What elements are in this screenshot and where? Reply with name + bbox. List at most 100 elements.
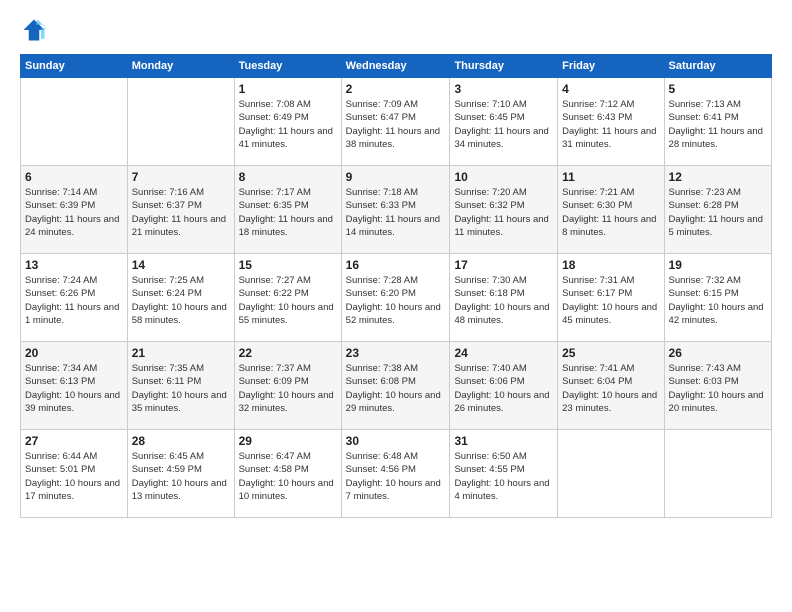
day-number: 21 bbox=[132, 346, 230, 360]
day-info: Sunrise: 7:27 AM Sunset: 6:22 PM Dayligh… bbox=[239, 274, 337, 327]
day-info: Sunrise: 7:17 AM Sunset: 6:35 PM Dayligh… bbox=[239, 186, 337, 239]
calendar-cell: 3 Sunrise: 7:10 AM Sunset: 6:45 PM Daylig… bbox=[450, 78, 558, 166]
calendar-cell: 16Sunrise: 7:28 AM Sunset: 6:20 PM Dayli… bbox=[341, 254, 450, 342]
calendar-week-1: 6 Sunrise: 7:14 AM Sunset: 6:39 PM Daylig… bbox=[21, 166, 772, 254]
calendar-cell: 9Sunrise: 7:18 AM Sunset: 6:33 PM Daylig… bbox=[341, 166, 450, 254]
day-info: Sunrise: 7:12 AM Sunset: 6:43 PM Dayligh… bbox=[562, 98, 659, 151]
day-info: Sunrise: 7:31 AM Sunset: 6:17 PM Dayligh… bbox=[562, 274, 659, 327]
day-number: 6 bbox=[25, 170, 123, 184]
page: SundayMondayTuesdayWednesdayThursdayFrid… bbox=[0, 0, 792, 612]
day-info: Sunrise: 7:08 AM Sunset: 6:49 PM Dayligh… bbox=[239, 98, 337, 151]
day-info: Sunrise: 7:34 AM Sunset: 6:13 PM Dayligh… bbox=[25, 362, 123, 415]
day-info: Sunrise: 7:40 AM Sunset: 6:06 PM Dayligh… bbox=[454, 362, 553, 415]
calendar-cell: 26 Sunrise: 7:43 AM Sunset: 6:03 PM Dayli… bbox=[664, 342, 771, 430]
calendar-header-friday: Friday bbox=[558, 55, 664, 78]
header bbox=[20, 16, 772, 44]
calendar-cell: 19Sunrise: 7:32 AM Sunset: 6:15 PM Dayli… bbox=[664, 254, 771, 342]
day-number: 3 bbox=[454, 82, 553, 96]
calendar-week-4: 27 Sunrise: 6:44 AM Sunset: 5:01 PM Dayli… bbox=[21, 430, 772, 518]
calendar-cell: 2Sunrise: 7:09 AM Sunset: 6:47 PM Daylig… bbox=[341, 78, 450, 166]
calendar-cell bbox=[558, 430, 664, 518]
calendar-cell: 15 Sunrise: 7:27 AM Sunset: 6:22 PM Dayli… bbox=[234, 254, 341, 342]
calendar-week-3: 20 Sunrise: 7:34 AM Sunset: 6:13 PM Dayli… bbox=[21, 342, 772, 430]
day-number: 28 bbox=[132, 434, 230, 448]
calendar-cell: 17 Sunrise: 7:30 AM Sunset: 6:18 PM Dayli… bbox=[450, 254, 558, 342]
day-number: 9 bbox=[346, 170, 446, 184]
day-number: 20 bbox=[25, 346, 123, 360]
calendar-cell bbox=[21, 78, 128, 166]
calendar-cell: 6 Sunrise: 7:14 AM Sunset: 6:39 PM Daylig… bbox=[21, 166, 128, 254]
day-number: 26 bbox=[669, 346, 767, 360]
day-number: 1 bbox=[239, 82, 337, 96]
calendar-header-tuesday: Tuesday bbox=[234, 55, 341, 78]
day-info: Sunrise: 7:30 AM Sunset: 6:18 PM Dayligh… bbox=[454, 274, 553, 327]
calendar-cell: 24 Sunrise: 7:40 AM Sunset: 6:06 PM Dayli… bbox=[450, 342, 558, 430]
calendar-cell: 18 Sunrise: 7:31 AM Sunset: 6:17 PM Dayli… bbox=[558, 254, 664, 342]
day-number: 14 bbox=[132, 258, 230, 272]
calendar-header-thursday: Thursday bbox=[450, 55, 558, 78]
day-info: Sunrise: 7:38 AM Sunset: 6:08 PM Dayligh… bbox=[346, 362, 446, 415]
calendar: SundayMondayTuesdayWednesdayThursdayFrid… bbox=[20, 54, 772, 518]
day-number: 29 bbox=[239, 434, 337, 448]
day-number: 11 bbox=[562, 170, 659, 184]
calendar-cell: 23 Sunrise: 7:38 AM Sunset: 6:08 PM Dayli… bbox=[341, 342, 450, 430]
day-number: 31 bbox=[454, 434, 553, 448]
day-number: 15 bbox=[239, 258, 337, 272]
calendar-cell: 29 Sunrise: 6:47 AM Sunset: 4:58 PM Dayli… bbox=[234, 430, 341, 518]
calendar-cell: 11 Sunrise: 7:21 AM Sunset: 6:30 PM Dayli… bbox=[558, 166, 664, 254]
calendar-cell: 13 Sunrise: 7:24 AM Sunset: 6:26 PM Dayli… bbox=[21, 254, 128, 342]
day-number: 13 bbox=[25, 258, 123, 272]
calendar-cell: 4 Sunrise: 7:12 AM Sunset: 6:43 PM Daylig… bbox=[558, 78, 664, 166]
day-info: Sunrise: 7:25 AM Sunset: 6:24 PM Dayligh… bbox=[132, 274, 230, 327]
calendar-cell: 12Sunrise: 7:23 AM Sunset: 6:28 PM Dayli… bbox=[664, 166, 771, 254]
day-number: 27 bbox=[25, 434, 123, 448]
day-number: 23 bbox=[346, 346, 446, 360]
calendar-cell: 27 Sunrise: 6:44 AM Sunset: 5:01 PM Dayli… bbox=[21, 430, 128, 518]
day-info: Sunrise: 7:16 AM Sunset: 6:37 PM Dayligh… bbox=[132, 186, 230, 239]
day-info: Sunrise: 7:41 AM Sunset: 6:04 PM Dayligh… bbox=[562, 362, 659, 415]
calendar-cell: 20 Sunrise: 7:34 AM Sunset: 6:13 PM Dayli… bbox=[21, 342, 128, 430]
day-number: 25 bbox=[562, 346, 659, 360]
calendar-header-monday: Monday bbox=[127, 55, 234, 78]
calendar-header-row: SundayMondayTuesdayWednesdayThursdayFrid… bbox=[21, 55, 772, 78]
calendar-week-2: 13 Sunrise: 7:24 AM Sunset: 6:26 PM Dayli… bbox=[21, 254, 772, 342]
day-number: 19 bbox=[669, 258, 767, 272]
calendar-header-wednesday: Wednesday bbox=[341, 55, 450, 78]
day-number: 17 bbox=[454, 258, 553, 272]
day-info: Sunrise: 6:48 AM Sunset: 4:56 PM Dayligh… bbox=[346, 450, 446, 503]
calendar-cell: 30 Sunrise: 6:48 AM Sunset: 4:56 PM Dayli… bbox=[341, 430, 450, 518]
calendar-cell: 25 Sunrise: 7:41 AM Sunset: 6:04 PM Dayli… bbox=[558, 342, 664, 430]
calendar-cell: 22Sunrise: 7:37 AM Sunset: 6:09 PM Dayli… bbox=[234, 342, 341, 430]
day-number: 7 bbox=[132, 170, 230, 184]
day-number: 10 bbox=[454, 170, 553, 184]
day-number: 18 bbox=[562, 258, 659, 272]
day-info: Sunrise: 7:13 AM Sunset: 6:41 PM Dayligh… bbox=[669, 98, 767, 151]
day-info: Sunrise: 7:10 AM Sunset: 6:45 PM Dayligh… bbox=[454, 98, 553, 151]
day-info: Sunrise: 7:14 AM Sunset: 6:39 PM Dayligh… bbox=[25, 186, 123, 239]
calendar-cell: 10 Sunrise: 7:20 AM Sunset: 6:32 PM Dayli… bbox=[450, 166, 558, 254]
day-number: 24 bbox=[454, 346, 553, 360]
day-info: Sunrise: 7:37 AM Sunset: 6:09 PM Dayligh… bbox=[239, 362, 337, 415]
day-info: Sunrise: 6:44 AM Sunset: 5:01 PM Dayligh… bbox=[25, 450, 123, 503]
day-number: 8 bbox=[239, 170, 337, 184]
calendar-cell: 14 Sunrise: 7:25 AM Sunset: 6:24 PM Dayli… bbox=[127, 254, 234, 342]
logo-icon bbox=[20, 16, 48, 44]
day-info: Sunrise: 7:43 AM Sunset: 6:03 PM Dayligh… bbox=[669, 362, 767, 415]
logo bbox=[20, 16, 52, 44]
calendar-cell: 7 Sunrise: 7:16 AM Sunset: 6:37 PM Daylig… bbox=[127, 166, 234, 254]
day-number: 4 bbox=[562, 82, 659, 96]
calendar-cell: 1 Sunrise: 7:08 AM Sunset: 6:49 PM Daylig… bbox=[234, 78, 341, 166]
day-info: Sunrise: 7:24 AM Sunset: 6:26 PM Dayligh… bbox=[25, 274, 123, 327]
calendar-header-saturday: Saturday bbox=[664, 55, 771, 78]
calendar-cell: 5Sunrise: 7:13 AM Sunset: 6:41 PM Daylig… bbox=[664, 78, 771, 166]
day-number: 30 bbox=[346, 434, 446, 448]
calendar-cell: 28 Sunrise: 6:45 AM Sunset: 4:59 PM Dayli… bbox=[127, 430, 234, 518]
calendar-cell: 8 Sunrise: 7:17 AM Sunset: 6:35 PM Daylig… bbox=[234, 166, 341, 254]
day-info: Sunrise: 6:47 AM Sunset: 4:58 PM Dayligh… bbox=[239, 450, 337, 503]
day-info: Sunrise: 7:20 AM Sunset: 6:32 PM Dayligh… bbox=[454, 186, 553, 239]
day-info: Sunrise: 6:50 AM Sunset: 4:55 PM Dayligh… bbox=[454, 450, 553, 503]
calendar-week-0: 1 Sunrise: 7:08 AM Sunset: 6:49 PM Daylig… bbox=[21, 78, 772, 166]
calendar-cell: 21Sunrise: 7:35 AM Sunset: 6:11 PM Dayli… bbox=[127, 342, 234, 430]
day-info: Sunrise: 6:45 AM Sunset: 4:59 PM Dayligh… bbox=[132, 450, 230, 503]
day-info: Sunrise: 7:21 AM Sunset: 6:30 PM Dayligh… bbox=[562, 186, 659, 239]
